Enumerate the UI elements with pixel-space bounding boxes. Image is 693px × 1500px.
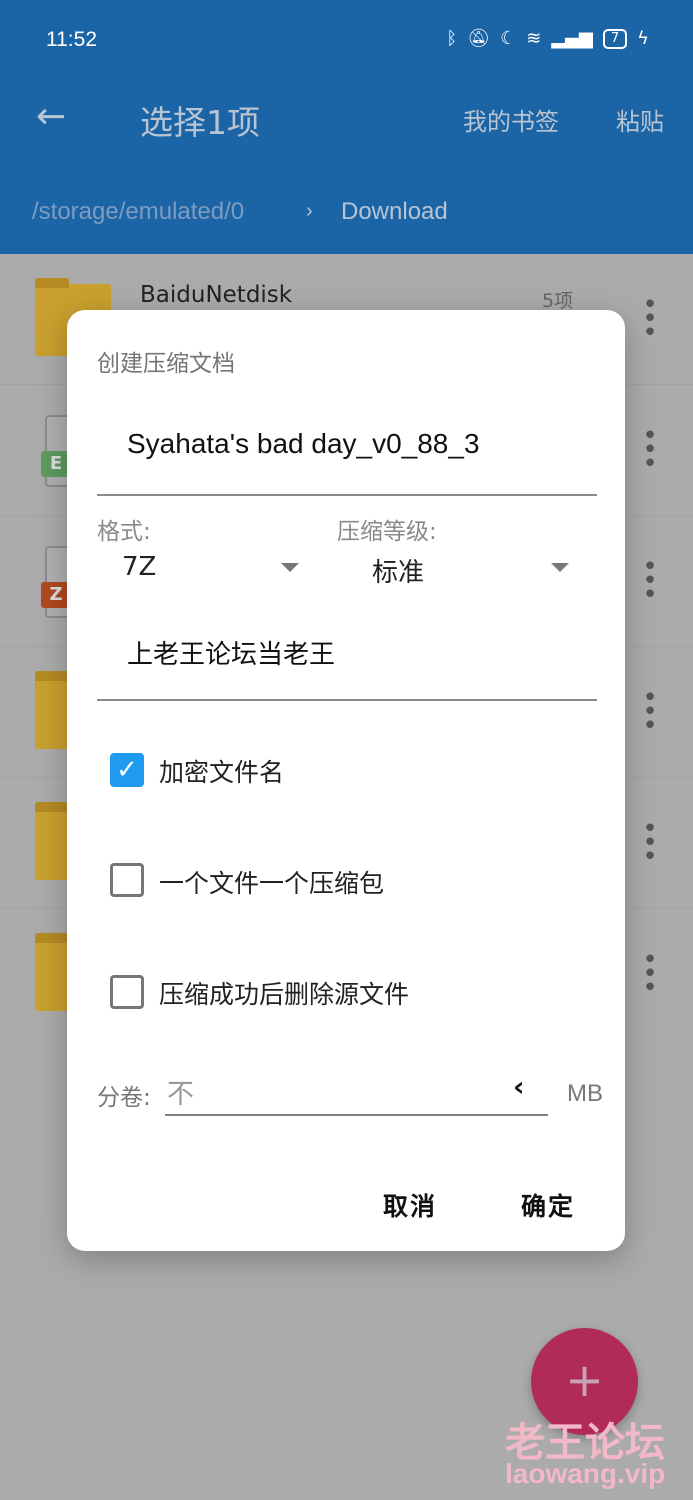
paste-button[interactable]: 粘贴 (616, 102, 664, 137)
more-options-icon[interactable]: • • • (640, 685, 660, 739)
dropdown-caret-icon (551, 563, 569, 572)
encrypt-filenames-label: 加密文件名 (159, 758, 285, 787)
dialog-title: 创建压缩文档 (97, 351, 235, 377)
more-options-icon[interactable]: • • • (640, 554, 660, 608)
more-options-icon[interactable]: • • • (640, 292, 660, 346)
split-label: 分卷: (97, 1085, 151, 1111)
wifi-icon: ≋ (526, 28, 542, 49)
ok-button[interactable]: 确定 (521, 1187, 575, 1223)
bluetooth-icon: ᛒ (446, 28, 458, 49)
page-title: 选择1项 (140, 103, 260, 142)
one-archive-per-file-checkbox[interactable] (110, 863, 144, 897)
battery-icon: 7 (602, 28, 628, 49)
breadcrumb-root[interactable]: /storage/emulated/0 (32, 198, 244, 226)
filename-input[interactable]: Syahata's bad day_v0_88_3 (97, 410, 597, 496)
password-input[interactable]: 上老王论坛当老王 (97, 610, 597, 701)
status-time: 11:52 (46, 28, 97, 51)
back-arrow-icon[interactable]: ← (36, 96, 66, 137)
breadcrumb-current[interactable]: Download (341, 198, 448, 226)
bookmarks-button[interactable]: 我的书签 (463, 102, 559, 137)
create-archive-dialog: 创建压缩文档 Syahata's bad day_v0_88_3 格式: 压缩等… (67, 310, 625, 1251)
app-bar: 11:52 ᛒ 🔕︎ ☾ ≋ ▂▄▆ 7 ϟ ← 选择1项 我的书签 粘贴 /s… (0, 0, 693, 254)
split-unit: MB (567, 1080, 603, 1107)
more-options-icon[interactable]: • • • (640, 947, 660, 1001)
charging-icon: ϟ (637, 28, 649, 49)
breadcrumb-separator-icon: › (306, 200, 313, 222)
split-dropdown-icon[interactable]: ‹ (513, 1070, 525, 1103)
mute-icon: 🔕︎ (467, 28, 491, 49)
encrypt-filenames-checkbox[interactable]: ✓ (110, 753, 144, 787)
split-size-input[interactable]: 不 ‹ (165, 1070, 548, 1116)
delete-source-label: 压缩成功后删除源文件 (159, 980, 410, 1009)
moon-icon: ☾ (500, 28, 517, 49)
level-label: 压缩等级: (337, 519, 437, 545)
item-name: BaiduNetdisk (140, 282, 293, 308)
cancel-button[interactable]: 取消 (383, 1187, 437, 1223)
dropdown-caret-icon (281, 563, 299, 572)
item-count: 5项 (542, 290, 574, 312)
more-options-icon[interactable]: • • • (640, 423, 660, 477)
one-archive-per-file-label: 一个文件一个压缩包 (159, 869, 385, 898)
format-label: 格式: (97, 519, 151, 545)
signal-4g-icon: ▂▄▆ (551, 28, 593, 49)
more-options-icon[interactable]: • • • (640, 816, 660, 870)
watermark-url: laowang.vip (505, 1458, 666, 1489)
delete-source-checkbox[interactable] (110, 975, 144, 1009)
status-icons: ᛒ 🔕︎ ☾ ≋ ▂▄▆ 7 ϟ (446, 28, 649, 49)
